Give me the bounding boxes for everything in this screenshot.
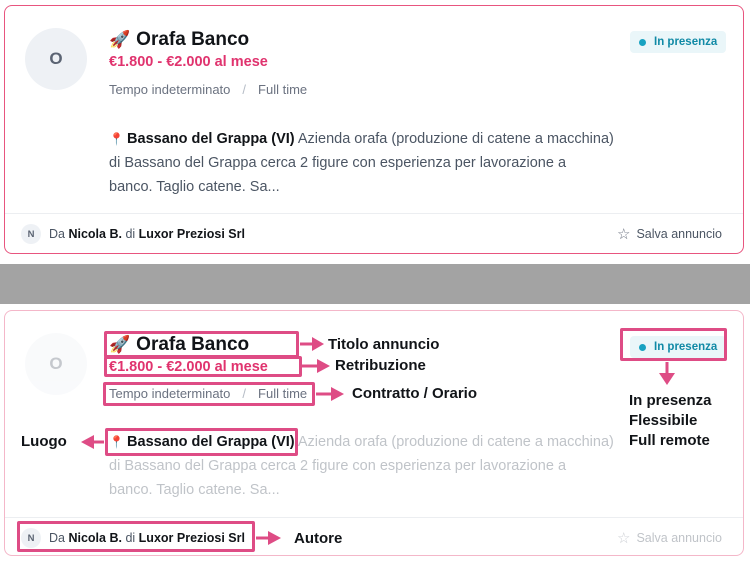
annotation-author: Autore — [294, 530, 343, 547]
job-meta: Tempo indeterminato / Full time — [109, 82, 307, 97]
status-dot-icon — [639, 38, 646, 46]
meta-separator: / — [242, 82, 247, 97]
save-job-button[interactable]: ☆ Salva annuncio — [617, 225, 722, 243]
highlight-title — [104, 331, 299, 358]
rocket-icon: 🚀 — [109, 30, 131, 49]
annotation-location: Luogo — [21, 433, 67, 450]
highlight-salary — [104, 356, 302, 377]
separator-band — [0, 264, 750, 304]
contract-type: Tempo indeterminato — [109, 82, 231, 97]
work-schedule: Full time — [258, 82, 308, 97]
highlight-contract — [103, 382, 315, 406]
highlight-location — [105, 428, 298, 456]
annotation-work-mode: In presenza Flessibile Full remote — [629, 392, 712, 449]
highlight-author — [17, 521, 255, 552]
annotation-title: Titolo annuncio — [328, 336, 440, 353]
star-icon: ☆ — [617, 226, 631, 243]
author-info[interactable]: N Da Nicola B. di Luxor Preziosi Srl — [21, 224, 245, 244]
company-avatar: O — [25, 28, 87, 90]
job-description: 📍 Bassano del Grappa (VI) Azienda orafa … — [109, 127, 649, 199]
company-avatar: O — [25, 333, 87, 395]
job-salary: €1.800 - €2.000 al mese — [109, 54, 268, 70]
job-location: Bassano del Grappa (VI) — [127, 131, 295, 147]
author-name: Nicola B. — [68, 227, 122, 241]
author-avatar: N — [21, 224, 41, 244]
author-line: Da Nicola B. di Luxor Preziosi Srl — [49, 227, 245, 241]
highlight-badge — [620, 328, 727, 361]
job-title[interactable]: Orafa Banco — [136, 29, 249, 51]
annotation-salary: Retribuzione — [335, 357, 426, 374]
card-divider — [5, 213, 743, 214]
star-icon: ☆ — [617, 530, 631, 547]
save-job-button: ☆ Salva annuncio — [617, 530, 722, 547]
card-divider — [5, 517, 743, 518]
job-title-row[interactable]: 🚀 Orafa Banco — [109, 29, 249, 51]
annotation-contract: Contratto / Orario — [352, 385, 478, 402]
location-pin-icon: 📍 — [109, 132, 124, 146]
company-name: Luxor Preziosi Srl — [138, 227, 245, 241]
work-mode-badge: In presenza — [630, 31, 727, 53]
job-card[interactable]: O 🚀 Orafa Banco €1.800 - €2.000 al mese … — [4, 5, 744, 254]
